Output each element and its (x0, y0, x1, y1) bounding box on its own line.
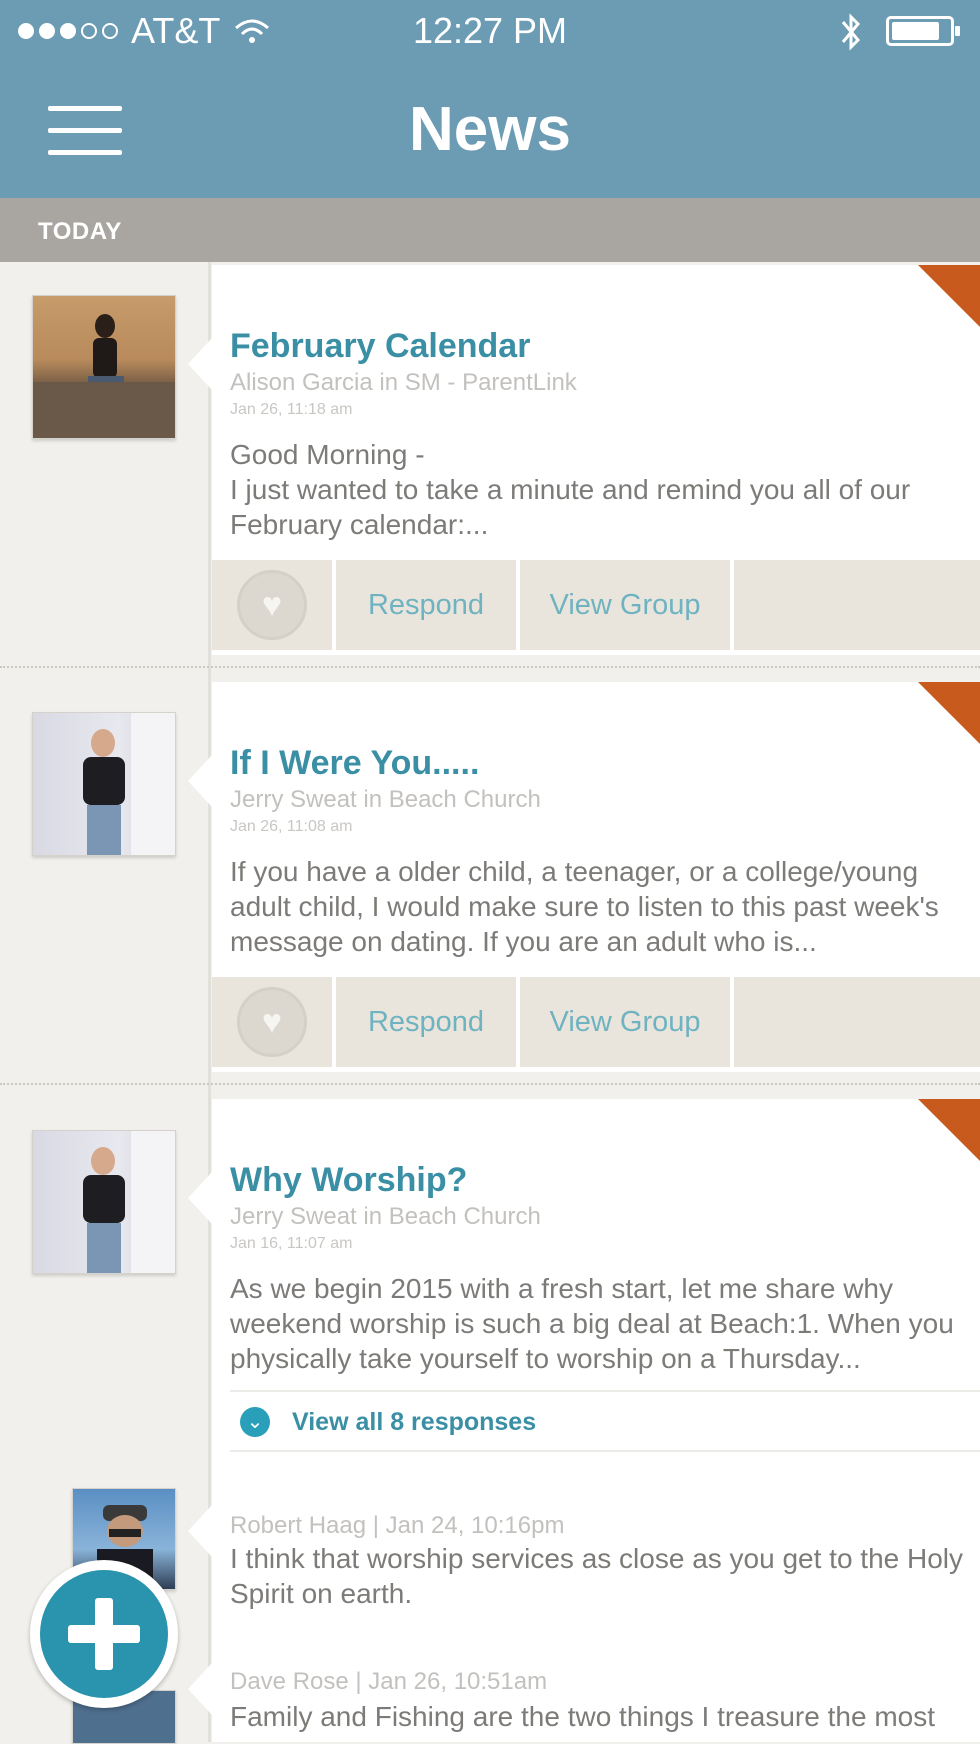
person-figure (83, 1131, 175, 1273)
post-body: Good Morning - I just wanted to take a m… (230, 439, 911, 540)
like-button[interactable]: ♥ (212, 977, 336, 1067)
chevron-down-icon: ⌄ (240, 1407, 270, 1437)
news-card[interactable]: February Calendar Alison Garcia in SM - … (212, 265, 980, 655)
nav-bar: News (0, 62, 980, 198)
post-title[interactable]: February Calendar (230, 327, 530, 366)
comment-body: I think that worship services as close a… (230, 1543, 964, 1609)
like-button[interactable]: ♥ (212, 560, 336, 650)
section-header: TODAY (0, 198, 980, 262)
respond-button[interactable]: Respond (336, 977, 520, 1067)
status-time: 12:27 PM (412, 10, 568, 51)
person-figure (83, 713, 175, 855)
avatar[interactable] (32, 1130, 176, 1274)
battery-fill (892, 22, 939, 40)
post-divider (0, 666, 980, 670)
action-bar: ♥ Respond View Group (212, 560, 980, 650)
comment-meta: Robert Haag | Jan 24, 10:16pm (230, 1512, 565, 1539)
card-pointer (188, 755, 212, 807)
person-figure (33, 314, 175, 438)
post-date: Jan 16, 11:07 am (230, 1235, 353, 1252)
action-bar-spacer (734, 560, 980, 650)
compose-button[interactable] (30, 1560, 178, 1708)
page-title: News (409, 95, 571, 164)
respond-button[interactable]: Respond (336, 560, 520, 650)
post-title[interactable]: If I Were You..... (230, 744, 479, 783)
post-divider (0, 1083, 980, 1087)
action-bar-spacer (734, 977, 980, 1067)
view-responses-row[interactable]: ⌄ View all 8 responses (230, 1390, 980, 1452)
plus-icon (40, 1570, 168, 1698)
section-label: TODAY (38, 218, 122, 245)
avatar[interactable] (32, 295, 176, 439)
battery-icon (886, 16, 960, 46)
unread-corner-flag (918, 682, 980, 744)
post-author: Jerry Sweat in Beach Church (230, 1203, 541, 1230)
avatar[interactable] (32, 712, 176, 856)
view-group-button[interactable]: View Group (520, 977, 734, 1067)
bluetooth-icon (841, 13, 861, 51)
heart-icon: ♥ (237, 570, 307, 640)
post-title[interactable]: Why Worship? (230, 1161, 467, 1200)
post-date: Jan 26, 11:18 am (230, 401, 353, 418)
comment-meta: Dave Rose | Jan 26, 10:51am (230, 1668, 548, 1695)
action-bar: ♥ Respond View Group (212, 977, 980, 1067)
news-card[interactable]: Why Worship? Jerry Sweat in Beach Church… (212, 1099, 980, 1742)
view-responses-link[interactable]: View all 8 responses (292, 1408, 536, 1437)
unread-corner-flag (918, 1099, 980, 1161)
post-author: Jerry Sweat in Beach Church (230, 786, 541, 813)
post-body: As we begin 2015 with a fresh start, let… (230, 1273, 954, 1374)
card-pointer (188, 338, 212, 390)
card-pointer (188, 1505, 212, 1557)
heart-icon: ♥ (237, 987, 307, 1057)
comment-body: Family and Fishing are the two things I … (230, 1701, 935, 1732)
card-pointer (188, 1172, 212, 1224)
news-card[interactable]: If I Were You..... Jerry Sweat in Beach … (212, 682, 980, 1072)
status-bar: AT&T 12:27 PM (0, 0, 980, 62)
card-pointer (188, 1663, 212, 1715)
post-author: Alison Garcia in SM - ParentLink (230, 369, 577, 396)
post-date: Jan 26, 11:08 am (230, 818, 353, 835)
view-group-button[interactable]: View Group (520, 560, 734, 650)
unread-corner-flag (918, 265, 980, 327)
post-body: If you have a older child, a teenager, o… (230, 856, 939, 957)
